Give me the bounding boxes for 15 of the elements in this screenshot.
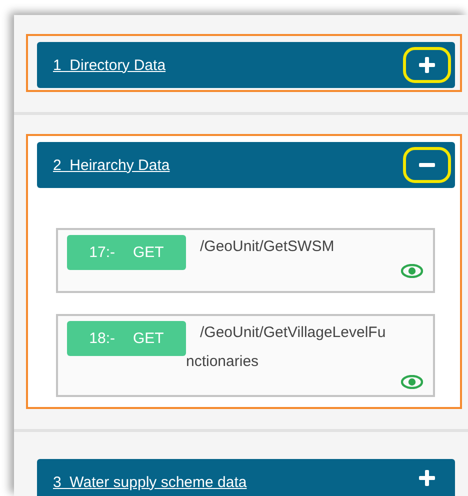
plus-icon	[419, 57, 435, 73]
eye-icon[interactable]	[401, 264, 423, 278]
endpoint-path: /GeoUnit/GetVillageLevelFu	[199, 323, 386, 343]
endpoint-path: nctionaries	[186, 352, 259, 372]
section-title-link[interactable]: 2 Heirarchy Data	[53, 156, 170, 174]
method-badge: 17:- GET	[67, 235, 186, 270]
minus-icon	[419, 163, 435, 167]
section-title-link[interactable]: 1 Directory Data	[53, 56, 166, 74]
endpoint-path: /GeoUnit/GetSWSM	[199, 237, 334, 257]
plus-icon	[419, 470, 435, 486]
eye-icon[interactable]	[401, 375, 423, 389]
section-title-link[interactable]: 3 Water supply scheme data	[53, 474, 247, 490]
method-badge: 18:- GET	[67, 321, 186, 356]
expand-button[interactable]	[403, 47, 451, 83]
collapse-button[interactable]	[403, 147, 451, 183]
